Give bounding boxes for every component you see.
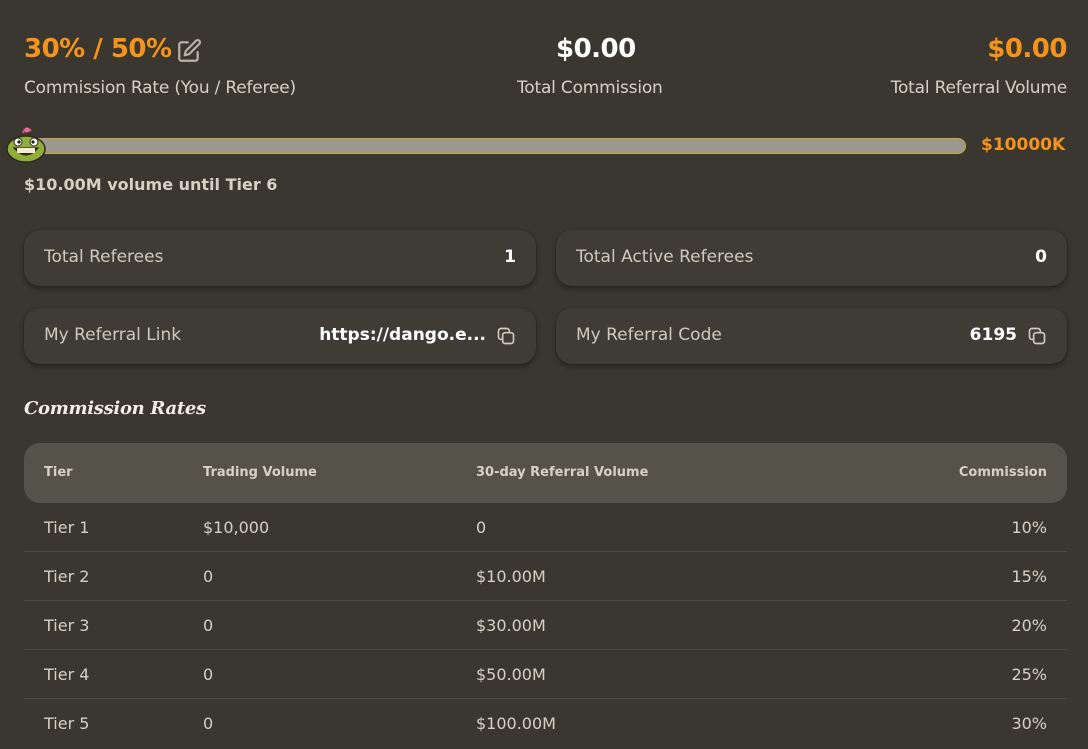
- cell-trading-volume: 0: [203, 714, 214, 733]
- copy-link-icon[interactable]: [496, 326, 516, 346]
- cell-trading-volume: $10,000: [203, 518, 270, 537]
- header-trading-volume: Trading Volume: [203, 465, 317, 480]
- commission-rates-table: Tier Trading Volume 30-day Referral Volu…: [24, 443, 1067, 747]
- cell-commission: 15%: [1011, 567, 1047, 586]
- referral-link-label: My Referral Link: [44, 325, 182, 345]
- cell-referral-volume: $30.00M: [476, 616, 546, 635]
- referral-code-card: My Referral Code 6195: [556, 308, 1067, 364]
- cell-trading-volume: 0: [203, 665, 214, 684]
- cell-tier: Tier 1: [44, 518, 90, 537]
- cell-referral-volume: $10.00M: [476, 567, 546, 586]
- total-commission-value: $0.00: [556, 34, 636, 64]
- cell-commission: 10%: [1011, 518, 1047, 537]
- header-referral-volume: 30-day Referral Volume: [476, 465, 649, 480]
- commission-rate-label: Commission Rate (You / Referee): [24, 78, 296, 98]
- total-referral-volume-value: $0.00: [987, 34, 1067, 64]
- table-row: Tier 3 0 $30.00M 20%: [24, 601, 1067, 650]
- referral-code-label: My Referral Code: [576, 325, 722, 345]
- cell-trading-volume: 0: [203, 616, 214, 635]
- cell-tier: Tier 2: [44, 567, 90, 586]
- cell-commission: 30%: [1011, 714, 1047, 733]
- cell-commission: 25%: [1011, 665, 1047, 684]
- copy-code-icon[interactable]: [1027, 326, 1047, 346]
- cell-tier: Tier 5: [44, 714, 90, 733]
- cell-referral-volume: 0: [476, 518, 487, 537]
- header-commission: Commission: [958, 465, 1047, 480]
- referral-link-card: My Referral Link https://dango.e...: [24, 308, 536, 364]
- table-header: Tier Trading Volume 30-day Referral Volu…: [24, 443, 1067, 503]
- table-row: Tier 2 0 $10.00M 15%: [24, 552, 1067, 601]
- referral-dashboard: 30% / 50% Commission Rate (You / Referee…: [0, 0, 1088, 749]
- total-referral-volume-label: Total Referral Volume: [890, 78, 1068, 98]
- total-commission-label: Total Commission: [517, 78, 663, 98]
- table-row: Tier 4 0 $50.00M 25%: [24, 650, 1067, 699]
- cell-tier: Tier 3: [44, 616, 90, 635]
- table-row: Tier 1 $10,000 0 10%: [24, 503, 1067, 552]
- total-active-referees-card: Total Active Referees 0: [556, 230, 1067, 286]
- tier-progress-note: $10.00M volume until Tier 6: [24, 175, 278, 194]
- table-row: Tier 5 0 $100.00M 30%: [24, 699, 1067, 747]
- total-referees-card: Total Referees 1: [24, 230, 536, 286]
- cell-referral-volume: $50.00M: [476, 665, 546, 684]
- cell-trading-volume: 0: [203, 567, 214, 586]
- cell-referral-volume: $100.00M: [476, 714, 556, 733]
- referral-code-value: 6195: [969, 325, 1017, 345]
- tier-goal-label: $10000K: [981, 135, 1066, 155]
- cell-tier: Tier 4: [44, 665, 90, 684]
- mascot-icon: [6, 127, 46, 163]
- total-referees-value: 1: [504, 247, 516, 267]
- header-tier: Tier: [44, 465, 73, 480]
- tier-progress-bar: [24, 138, 966, 154]
- total-active-referees-value: 0: [1035, 247, 1047, 267]
- commission-rate-value: 30% / 50%: [24, 34, 172, 64]
- total-referees-label: Total Referees: [44, 247, 164, 267]
- total-active-referees-label: Total Active Referees: [576, 247, 754, 267]
- edit-icon[interactable]: [176, 38, 202, 64]
- referral-link-value: https://dango.e...: [319, 325, 486, 345]
- cell-commission: 20%: [1011, 616, 1047, 635]
- commission-rates-title: Commission Rates: [24, 398, 206, 419]
